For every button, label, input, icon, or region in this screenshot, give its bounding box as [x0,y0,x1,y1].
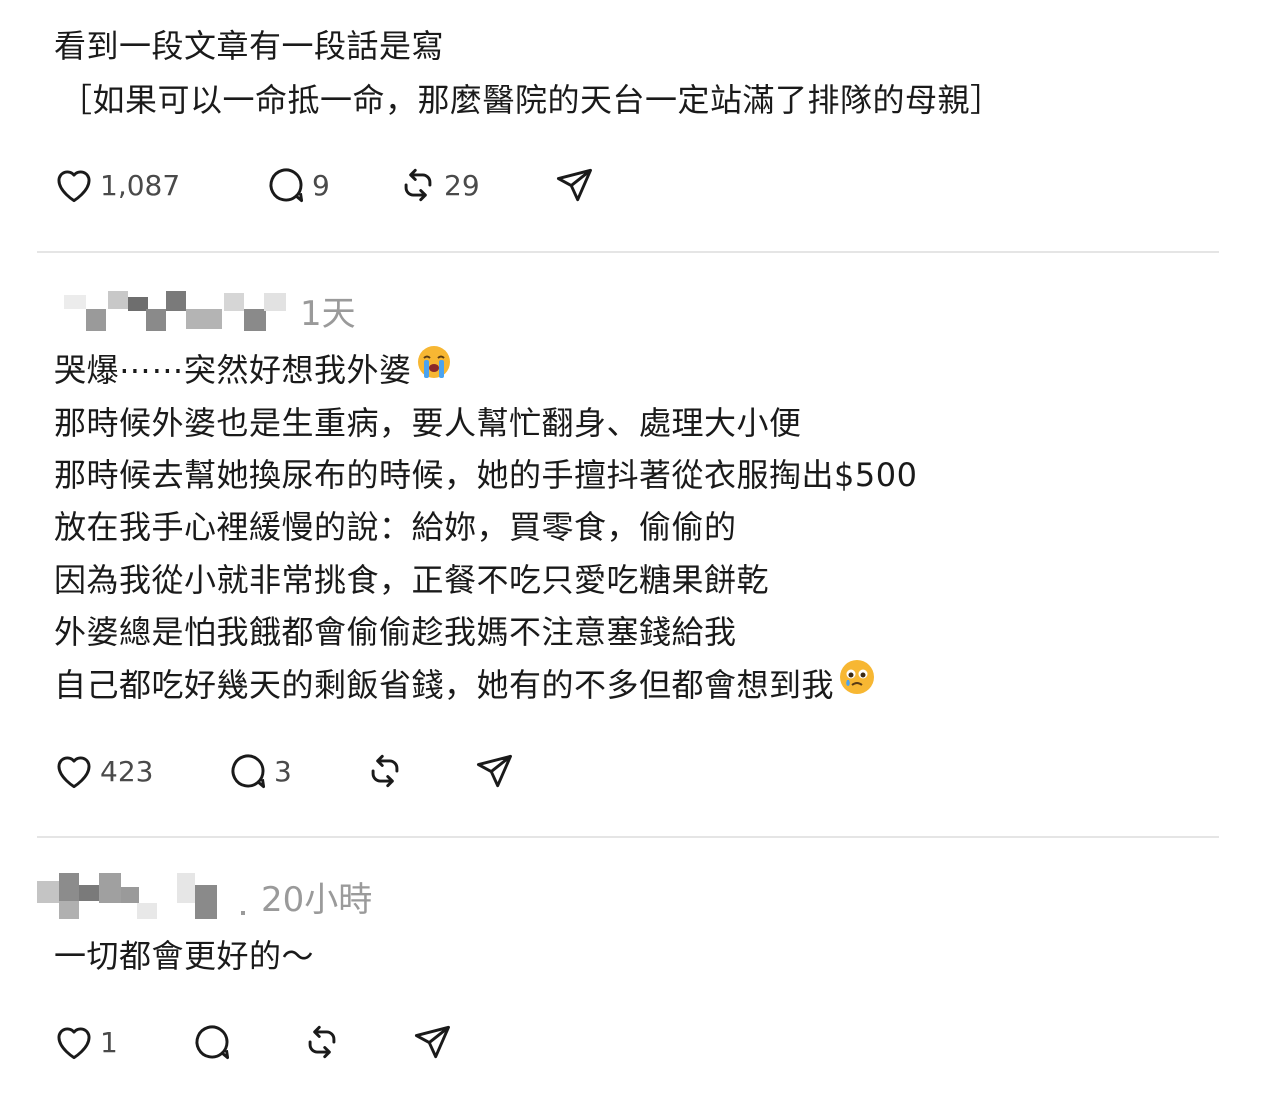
loudly-crying-face-icon [416,343,452,395]
repost-icon [300,1020,344,1064]
avatar-username-blurred[interactable] [37,872,247,921]
reply-1-header: 1天 [64,286,356,335]
reply-1-timestamp[interactable]: 1天 [300,286,356,335]
comment-icon [264,163,308,207]
send-icon [410,1020,454,1064]
post-text-line-2: ［如果可以一命抵一命，那麼醫院的天台一定站滿了排隊的母親］ [60,81,1003,119]
comment-icon [226,749,270,793]
send-icon [472,749,516,793]
heart-icon [52,1020,96,1064]
repost-count: 29 [444,168,480,202]
reply-2-comment-button[interactable] [190,1020,234,1064]
avatar-username-blurred[interactable] [64,289,286,333]
share-button[interactable] [552,163,596,207]
reply-1-line-2: 那時候外婆也是生重病，要人幫忙翻身、處理大小便 [54,404,802,442]
reply-1-share-button[interactable] [472,749,516,793]
face-holding-back-tears-icon [838,658,876,711]
reply-1-line-1: 哭爆⋯⋯突然好想我外婆 [54,344,452,396]
reply-1-line-5: 因為我從小就非常挑食，正餐不吃只愛吃糖果餅乾 [54,561,770,599]
divider [37,251,1219,253]
reply-1-like-count: 423 [100,754,154,788]
like-count: 1,087 [100,168,181,202]
repost-button[interactable]: 29 [396,163,480,207]
reply-2-header: 20小時 [37,872,372,921]
post-text-line-1: 看到一段文章有一段話是寫 [54,27,445,65]
heart-icon [52,163,96,207]
reply-1-comment-count: 3 [274,754,292,788]
reply-1-line-3: 那時候去幫她換尿布的時候，她的手擅抖著從衣服掏出$500 [54,456,918,494]
reply-1-line-7: 自己都吃好幾天的剩飯省錢，她有的不多但都會想到我 [54,659,876,711]
heart-icon [52,749,96,793]
repost-icon [363,749,407,793]
reply-1-repost-button[interactable] [363,749,407,793]
reply-1-like-button[interactable]: 423 [52,749,153,793]
divider [37,836,1219,838]
comment-button[interactable]: 9 [264,163,330,207]
reply-2-like-count: 1 [100,1025,118,1059]
reply-2-like-button[interactable]: 1 [52,1020,118,1064]
comment-count: 9 [312,168,330,202]
like-button[interactable]: 1,087 [52,163,180,207]
reply-2-share-button[interactable] [410,1020,454,1064]
send-icon [552,163,596,207]
reply-2-timestamp[interactable]: 20小時 [261,872,372,921]
reply-2-line-1: 一切都會更好的～ [54,937,315,975]
reply-1-comment-button[interactable]: 3 [226,749,292,793]
reply-1-line-4: 放在我手心裡緩慢的說：給妳，買零食，偷偷的 [54,508,737,546]
repost-icon [396,163,440,207]
reply-2-repost-button[interactable] [300,1020,344,1064]
reply-1-line-6: 外婆總是怕我餓都會偷偷趁我媽不注意塞錢給我 [54,613,737,651]
comment-icon [190,1020,234,1064]
